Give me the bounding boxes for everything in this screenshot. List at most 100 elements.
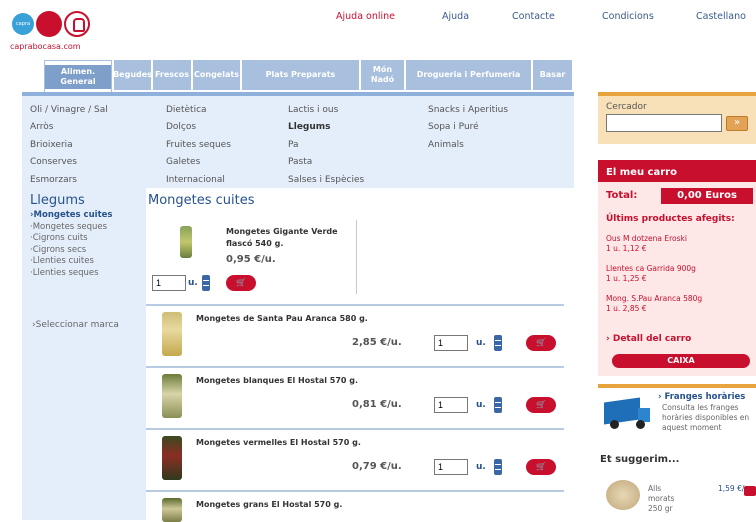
garlic-image[interactable]: [606, 480, 640, 510]
subnav-column-4: Snacks i Aperitius Sopa i Puré Animals: [428, 102, 508, 154]
suggestions-title: Et suggerim...: [600, 454, 680, 465]
cart-item[interactable]: Llentes ca Garrida 900g 1 u. 1,25 €: [606, 264, 696, 284]
time-slots-text: Consulta les franges horàries disponible…: [662, 403, 750, 432]
sidebar-item-cigrons-cuits[interactable]: ·Cigrons cuits: [30, 233, 112, 245]
cart-total-value: 0,00 Euros: [661, 188, 753, 204]
product-price: 0,79 €/u.: [352, 461, 402, 472]
checkout-button[interactable]: CAIXA: [612, 354, 750, 368]
product-jar-image[interactable]: [162, 498, 182, 522]
subnav-item[interactable]: Oli / Vinagre / Sal: [30, 102, 108, 119]
top-links: Ajuda online Ajuda Contacte Condicions C…: [0, 11, 756, 25]
subnav-item[interactable]: Dietètica: [166, 102, 231, 119]
subnav-column-3: Lactis i ous Llegums Pa Pasta Salses i E…: [288, 102, 364, 189]
delivery-truck-icon[interactable]: [604, 396, 650, 430]
link-ajuda[interactable]: Ajuda: [442, 11, 469, 22]
quantity-input[interactable]: [434, 459, 468, 475]
subnav-item[interactable]: Pa: [288, 137, 364, 154]
product-listing: Mongetes cuites Mongetes Gigante Verde f…: [146, 188, 574, 522]
link-condicions[interactable]: Condicions: [602, 11, 654, 22]
subnav-item[interactable]: Snacks i Aperitius: [428, 102, 508, 119]
subnav-item[interactable]: Arròs: [30, 119, 108, 136]
tab-drogueria[interactable]: Drogueria i Perfumeria: [406, 60, 532, 90]
link-castellano[interactable]: Castellano: [696, 11, 746, 22]
subnav-item[interactable]: Esmorzars: [30, 172, 108, 189]
quantity-input[interactable]: [152, 275, 186, 291]
tab-begudes[interactable]: Begudes: [113, 60, 152, 90]
add-to-cart-button[interactable]: 🛒: [526, 335, 556, 351]
product-jar-image[interactable]: [162, 374, 182, 418]
cart-header: El meu carro: [598, 160, 756, 182]
subnav-item[interactable]: Pasta: [288, 154, 364, 171]
cart-icon[interactable]: [744, 486, 756, 496]
tab-basar[interactable]: Basar: [533, 60, 573, 90]
product-price: 0,95 €/u.: [226, 254, 276, 265]
quantity-input[interactable]: [434, 335, 468, 351]
add-to-cart-button[interactable]: 🛒: [526, 397, 556, 413]
tab-alimentacio-general[interactable]: Alimen. General: [44, 60, 112, 92]
divider: [356, 220, 357, 294]
quantity-stepper-icon[interactable]: [494, 335, 502, 351]
product-jar-image[interactable]: [180, 226, 192, 258]
tab-plats-preparats[interactable]: Plats Preparats: [242, 60, 360, 90]
subnav-column-1: Oli / Vinagre / Sal Arròs Brioixeria Con…: [30, 102, 108, 189]
last-added-label: Últims productes afegits:: [606, 214, 735, 224]
product-price: 0,81 €/u.: [352, 399, 402, 410]
cart-detail-link[interactable]: › Detall del carro: [606, 334, 691, 344]
sidebar-list: ›Mongetes cuites ·Mongetes seques ·Cigro…: [30, 210, 112, 279]
sidebar-item-llenties-seques[interactable]: ·Llenties seques: [30, 268, 112, 280]
cart-item[interactable]: Ous M dotzena Eroski 1 u. 1,12 €: [606, 234, 687, 254]
cart-item[interactable]: Mong. S.Pau Aranca 580g 1 u. 2,85 €: [606, 294, 702, 314]
sidebar-title: Llegums: [30, 193, 85, 208]
add-to-cart-button[interactable]: 🛒: [526, 459, 556, 475]
sidebar-item-mongetes-seques[interactable]: ·Mongetes seques: [30, 222, 112, 234]
product-jar-image[interactable]: [162, 436, 182, 480]
time-slots-box: › Franges horàries Consulta les franges …: [598, 384, 756, 434]
featured-product: Mongetes Gigante Verde flascó 540 g. 0,9…: [146, 216, 357, 298]
tab-mon-nado[interactable]: Món Nadó: [361, 60, 405, 90]
sidebar-item-llenties-cuites[interactable]: ·Llenties cuites: [30, 256, 112, 268]
quantity-stepper-icon[interactable]: [494, 459, 502, 475]
site-header: capra caprabocasa.com Ajuda online Ajuda…: [0, 0, 756, 58]
right-column: Cercador » El meu carro Total: 0,00 Euro…: [598, 92, 756, 520]
tab-congelats[interactable]: Congelats: [193, 60, 241, 90]
time-slots-link[interactable]: › Franges horàries: [658, 392, 745, 402]
quantity-input[interactable]: [434, 397, 468, 413]
add-to-cart-button[interactable]: 🛒: [226, 275, 256, 291]
subnav-item[interactable]: Dolços: [166, 119, 231, 136]
subnav-item[interactable]: Sopa i Puré: [428, 119, 508, 136]
quantity-stepper-icon[interactable]: [202, 275, 210, 291]
search-label: Cercador: [606, 102, 647, 112]
search-input[interactable]: [606, 114, 722, 132]
subnav-item[interactable]: Conserves: [30, 154, 108, 171]
select-brand-link[interactable]: ›Seleccionar marca: [32, 320, 119, 330]
sidebar-item-mongetes-cuites[interactable]: ›Mongetes cuites: [30, 210, 112, 222]
product-row: Mongetes de Santa Pau Aranca 580 g. 2,85…: [146, 304, 564, 364]
suggested-product-name[interactable]: Alls morats 250 gr: [648, 484, 688, 514]
subnav-item[interactable]: Animals: [428, 137, 508, 154]
search-go-button[interactable]: »: [726, 116, 748, 131]
unit-label: u.: [476, 462, 486, 472]
sidebar-item-cigrons-secs[interactable]: ·Cigrons secs: [30, 245, 112, 257]
subnav-item[interactable]: Lactis i ous: [288, 102, 364, 119]
product-name[interactable]: Mongetes Gigante Verde flascó 540 g.: [226, 226, 346, 250]
subnav-column-2: Dietètica Dolços Fruites seques Galetes …: [166, 102, 231, 189]
subcategory-panel: Oli / Vinagre / Sal Arròs Brioixeria Con…: [22, 92, 574, 188]
link-ajuda-online[interactable]: Ajuda online: [336, 11, 395, 22]
subnav-item[interactable]: Fruites seques: [166, 137, 231, 154]
subnav-item-selected[interactable]: Llegums: [288, 119, 364, 136]
product-name[interactable]: Mongetes vermelles El Hostal 570 g.: [196, 438, 361, 447]
link-contacte[interactable]: Contacte: [512, 11, 555, 22]
subnav-item[interactable]: Salses i Espècies: [288, 172, 364, 189]
product-name[interactable]: Mongetes blanques El Hostal 570 g.: [196, 376, 358, 385]
product-row: Mongetes vermelles El Hostal 570 g. 0,79…: [146, 428, 564, 488]
cart-total-label: Total:: [606, 190, 638, 201]
tab-frescos[interactable]: Frescos: [153, 60, 192, 90]
product-name[interactable]: Mongetes de Santa Pau Aranca 580 g.: [196, 314, 368, 323]
subnav-item[interactable]: Galetes: [166, 154, 231, 171]
unit-label: u.: [188, 278, 198, 288]
subnav-item[interactable]: Brioixeria: [30, 137, 108, 154]
quantity-stepper-icon[interactable]: [494, 397, 502, 413]
product-name[interactable]: Mongetes grans El Hostal 570 g.: [196, 500, 342, 509]
product-jar-image[interactable]: [162, 312, 182, 356]
subnav-item[interactable]: Internacional: [166, 172, 231, 189]
